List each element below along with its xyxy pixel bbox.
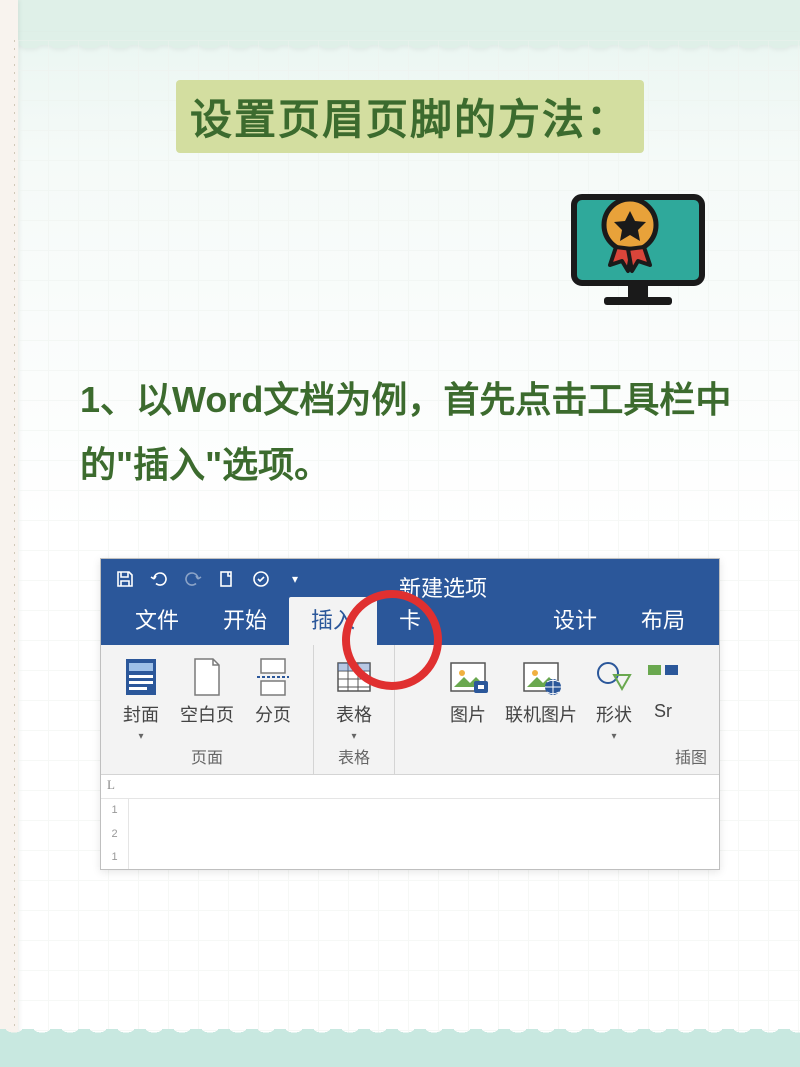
tab-file[interactable]: 文件 (113, 597, 201, 645)
online-picture-icon (521, 657, 561, 697)
ribbon-group-pages: 封面 ▾ 空白页 分页 (101, 645, 314, 774)
word-vertical-ruler: 1 2 1 (101, 799, 129, 869)
ribbon-group-tables: 表格 ▾ 表格 (314, 645, 395, 774)
smartart-icon (648, 657, 678, 697)
ribbon-item-label: 分页 (255, 701, 291, 727)
undo-icon[interactable] (149, 569, 169, 589)
table-button[interactable]: 表格 ▾ (322, 651, 386, 742)
content-area: 设置页眉页脚的方法： 1、以Word文档为例，首先点击工具栏中的"插入"选项。 (0, 0, 800, 910)
ribbon-item-label: 表格 (336, 701, 372, 727)
ribbon-item-label: 联机图片 (505, 701, 577, 727)
save-icon[interactable] (115, 569, 135, 589)
page-title: 设置页眉页脚的方法： (176, 80, 644, 153)
tab-start[interactable]: 开始 (201, 597, 289, 645)
chevron-down-icon: ▾ (611, 731, 616, 742)
word-horizontal-ruler (101, 775, 719, 799)
word-tab-strip: 文件 开始 插入 新建选项卡 设计 布局 (101, 599, 719, 645)
table-icon (334, 657, 374, 697)
page-break-button[interactable]: 分页 (241, 651, 305, 727)
award-monitor-icon (560, 183, 720, 323)
tab-insert[interactable]: 插入 (289, 597, 377, 645)
ribbon-item-label: 空白页 (180, 701, 234, 727)
online-picture-button[interactable]: 联机图片 (502, 651, 580, 727)
torn-paper-bottom (0, 1037, 800, 1067)
ribbon-group-label: 页面 (191, 742, 223, 770)
ruler-mark: 1 (111, 851, 117, 863)
word-screenshot: ▾ 文件 开始 插入 新建选项卡 设计 布局 (80, 558, 740, 870)
blank-page-button[interactable]: 空白页 (175, 651, 239, 727)
ribbon-item-label: 封面 (123, 701, 159, 727)
ribbon-item-label: Sr (654, 701, 672, 722)
page-break-icon (253, 657, 293, 697)
shapes-icon (594, 657, 634, 697)
step-1-text: 1、以Word文档为例，首先点击工具栏中的"插入"选项。 (80, 368, 740, 498)
word-ribbon: 封面 ▾ 空白页 分页 (101, 645, 719, 775)
tab-custom[interactable]: 新建选项卡 (377, 565, 531, 645)
ribbon-group-label: 表格 (338, 742, 370, 770)
ribbon-group-illustrations: 图片 联机图片 形状 ▾ (395, 645, 719, 774)
redo-icon[interactable] (183, 569, 203, 589)
cover-page-button[interactable]: 封面 ▾ (109, 651, 173, 742)
cover-page-icon (121, 657, 161, 697)
tab-design[interactable]: 设计 (531, 597, 619, 645)
word-document-area: 1 2 1 (101, 799, 719, 869)
spellcheck-icon[interactable] (251, 569, 271, 589)
chevron-down-icon: ▾ (351, 731, 356, 742)
ribbon-group-label: 插图 (675, 742, 707, 770)
ruler-mark: 2 (111, 828, 117, 840)
tab-layout[interactable]: 布局 (619, 597, 707, 645)
ribbon-item-label: 图片 (450, 701, 486, 727)
ribbon-item-label: 形状 (596, 701, 632, 727)
qat-customize-icon[interactable]: ▾ (285, 569, 305, 589)
new-file-icon[interactable] (217, 569, 237, 589)
blank-page-icon (187, 657, 227, 697)
picture-icon (448, 657, 488, 697)
ruler-mark: 1 (111, 804, 117, 816)
picture-button[interactable]: 图片 (436, 651, 500, 727)
smartart-button[interactable]: Sr (648, 651, 678, 722)
shapes-button[interactable]: 形状 ▾ (582, 651, 646, 742)
chevron-down-icon: ▾ (138, 731, 143, 742)
